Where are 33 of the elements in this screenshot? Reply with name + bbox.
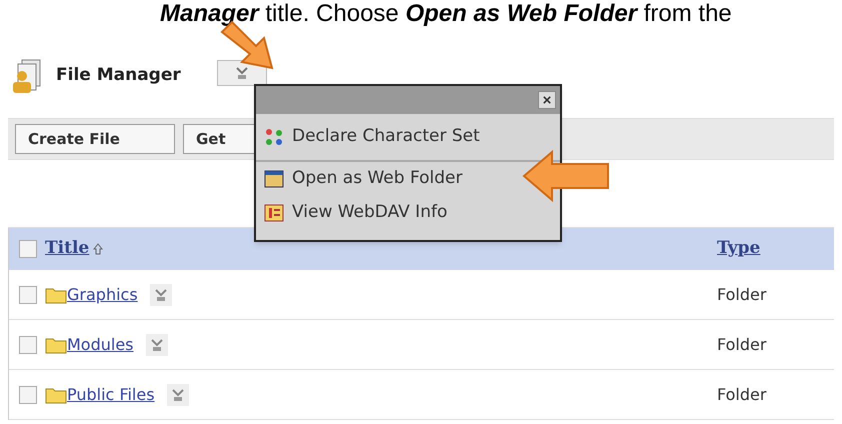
checkbox[interactable] [19,240,37,258]
dropdown-button[interactable] [150,284,172,306]
checkbox[interactable] [19,336,37,354]
folder-icon [45,386,67,404]
toolbar-button[interactable]: Create File [15,124,175,154]
folder-icon [45,336,67,354]
menu-item[interactable]: Open as Web Folder [256,162,470,196]
page-title: File Manager [56,64,181,88]
column-header-link[interactable]: Type [717,236,760,262]
window-icon [264,170,284,188]
caret-icon [150,338,163,352]
folder-link[interactable]: Public Files [67,382,155,406]
menu-item[interactable]: View WebDAV Info [256,196,456,230]
caret-icon [172,388,184,402]
caret-icon [234,66,249,80]
menu-item[interactable]: Declare Character Set [256,114,488,160]
close-button[interactable]: × [538,91,556,109]
table-cell-text: Folder [717,384,766,406]
caret-icon [154,288,167,302]
table-cell-text: Folder [717,284,766,306]
folder-link[interactable]: Graphics [67,282,138,306]
column-header-link[interactable]: Title [45,236,90,262]
table-cell-text: Folder [717,334,766,356]
info-icon [264,204,284,222]
characters-icon [264,127,284,147]
sort-arrow-icon[interactable] [93,243,104,255]
instruction-text: Manager title. Choose Open as Web Folder from the [160,0,732,28]
checkbox[interactable] [19,286,37,304]
folder-link[interactable]: Modules [67,332,134,356]
dropdown-button[interactable] [166,384,189,406]
folder-icon [45,286,67,304]
dropdown-button[interactable] [146,334,168,356]
checkbox[interactable] [19,386,37,404]
